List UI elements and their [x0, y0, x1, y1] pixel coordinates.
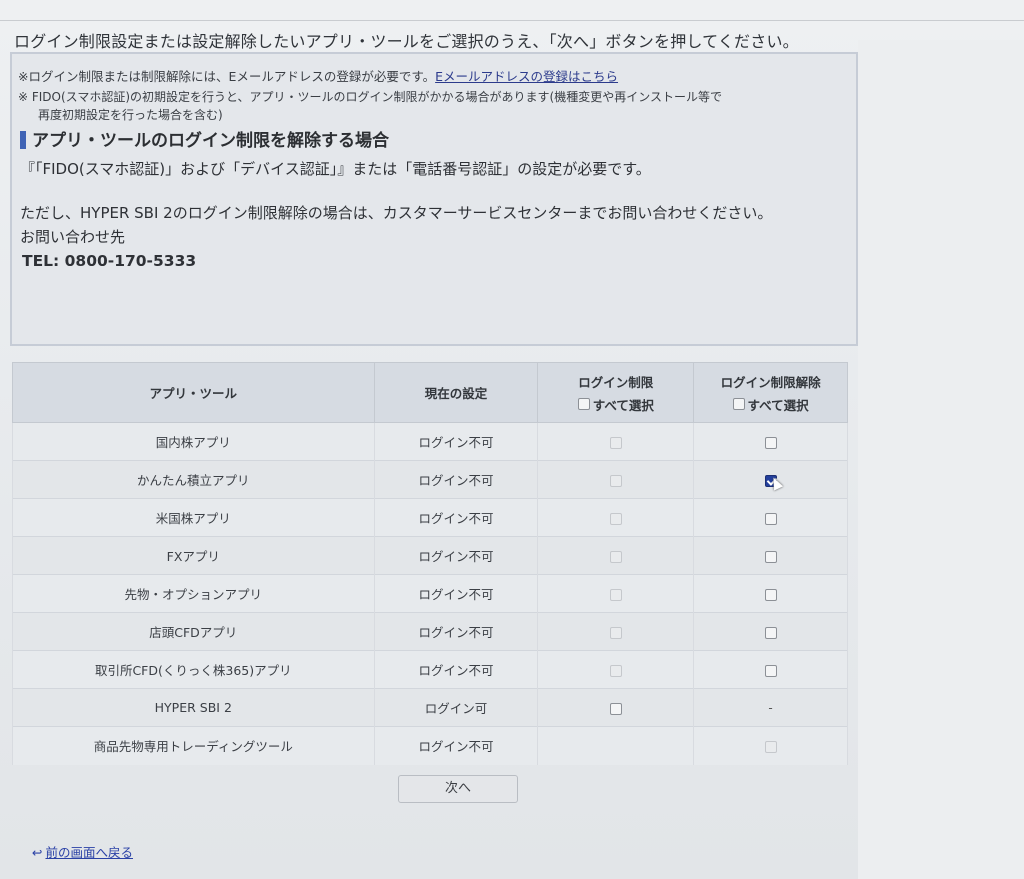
restrict-cell — [537, 612, 695, 651]
release-cell — [693, 536, 848, 575]
note-email: ※ログイン制限または制限解除には、Eメールアドレスの登録が必要です。Eメールアド… — [18, 66, 618, 85]
header-current: 現在の設定 — [373, 362, 539, 423]
header-restrict: ログイン制限 すべて選択 — [537, 362, 695, 423]
contact-label: お問い合わせ先 — [20, 228, 126, 246]
header-release-label: ログイン制限解除 — [720, 374, 821, 390]
release-checkbox — [764, 740, 777, 753]
contact-tel: TEL: 0800-170-5333 — [22, 252, 197, 270]
return-arrow-icon: ↩ — [32, 845, 43, 860]
app-name-cell: 先物・オプションアプリ — [12, 574, 375, 613]
section-note: ただし、HYPER SBI 2のログイン制限解除の場合は、カスタマーサービスセン… — [20, 204, 773, 222]
release-cell — [693, 612, 848, 651]
restrict-cell — [537, 460, 695, 499]
app-name-cell: FXアプリ — [12, 536, 375, 575]
release-cell — [693, 422, 848, 461]
app-name-cell: 商品先物専用トレーディングツール — [12, 726, 375, 765]
current-setting-cell: ログイン不可 — [373, 650, 539, 689]
restrict-checkbox — [609, 550, 622, 563]
restrict-checkbox — [609, 436, 622, 449]
release-cell — [693, 650, 848, 689]
select-all-release-checkbox[interactable] — [732, 398, 745, 410]
header-app: アプリ・ツール — [12, 362, 375, 423]
header-restrict-label: ログイン制限 — [578, 374, 654, 390]
back-link-label: 前の画面へ戻る — [45, 845, 133, 860]
select-all-restrict[interactable]: すべて選択 — [538, 395, 693, 414]
right-pane — [858, 40, 1024, 879]
current-setting-cell: ログイン可 — [373, 688, 539, 727]
current-setting-cell: ログイン不可 — [373, 612, 539, 651]
table-row: HYPER SBI 2 ログイン可 - — [12, 688, 848, 727]
note-fido: ※ FIDO(スマホ認証)の初期設定を行うと、アプリ・ツールのログイン制限がかか… — [18, 90, 722, 104]
release-cell — [693, 726, 848, 765]
release-cell — [693, 498, 848, 537]
note-email-text: ※ログイン制限または制限解除には、Eメールアドレスの登録が必要です。 — [18, 69, 436, 84]
info-box: ※ログイン制限または制限解除には、Eメールアドレスの登録が必要です。Eメールアド… — [10, 52, 858, 346]
release-checkbox[interactable] — [764, 512, 777, 525]
section-requirement: 『「FIDO(スマホ認証)」および「デバイス認証」』または「電話番号認証」の設定… — [20, 160, 651, 178]
note-fido-cont: 再度初期設定を行った場合を含む) — [38, 108, 223, 122]
next-button[interactable]: 次へ — [398, 775, 518, 803]
restrict-checkbox — [609, 474, 622, 487]
restrict-cell — [537, 536, 695, 575]
table-row: FXアプリ ログイン不可 — [12, 536, 848, 575]
current-setting-cell: ログイン不可 — [373, 574, 539, 613]
current-setting-cell: ログイン不可 — [373, 460, 539, 499]
top-divider — [0, 20, 1024, 21]
release-cell — [693, 574, 848, 613]
current-setting-cell: ログイン不可 — [373, 422, 539, 461]
release-checkbox[interactable] — [764, 550, 777, 563]
app-name-cell: 国内株アプリ — [12, 422, 375, 461]
header-release: ログイン制限解除 すべて選択 — [693, 362, 848, 423]
restrict-checkbox — [609, 664, 622, 677]
restrict-cell — [537, 688, 695, 727]
table-row: 先物・オプションアプリ ログイン不可 — [12, 574, 848, 613]
release-cell: - — [693, 688, 848, 727]
restrict-checkbox — [609, 512, 622, 525]
release-checkbox[interactable] — [764, 436, 777, 449]
release-checkbox[interactable] — [764, 664, 777, 677]
restrict-cell — [537, 498, 695, 537]
select-all-release[interactable]: すべて選択 — [694, 395, 847, 414]
select-all-restrict-label: すべて選択 — [592, 397, 654, 413]
current-setting-cell: ログイン不可 — [373, 498, 539, 537]
table-row: 店頭CFDアプリ ログイン不可 — [12, 612, 848, 651]
release-checkbox[interactable] — [764, 626, 777, 639]
restrict-checkbox — [609, 626, 622, 639]
table-row: 米国株アプリ ログイン不可 — [12, 498, 848, 537]
select-all-release-label: すべて選択 — [747, 397, 809, 413]
restrict-checkbox — [609, 588, 622, 601]
release-dash: - — [768, 701, 773, 715]
current-setting-cell: ログイン不可 — [373, 536, 539, 575]
restrict-cell — [537, 422, 695, 461]
app-name-cell: 取引所CFD(くりっく株365)アプリ — [12, 650, 375, 689]
login-settings-table: アプリ・ツール 現在の設定 ログイン制限 すべて選択 ログイン制限解除 すべて選… — [12, 362, 848, 765]
email-register-link[interactable]: Eメールアドレスの登録はこちら — [435, 69, 618, 84]
app-name-cell: 米国株アプリ — [12, 498, 375, 537]
release-checkbox[interactable] — [764, 588, 777, 601]
table-row: 取引所CFD(くりっく株365)アプリ ログイン不可 — [12, 650, 848, 689]
app-name-cell: かんたん積立アプリ — [12, 460, 375, 499]
select-all-restrict-checkbox[interactable] — [577, 398, 590, 410]
table-row: かんたん積立アプリ ログイン不可 — [12, 460, 848, 499]
restrict-cell — [537, 726, 695, 765]
table-header-row: アプリ・ツール 現在の設定 ログイン制限 すべて選択 ログイン制限解除 すべて選… — [12, 362, 848, 423]
page: ログイン制限設定または設定解除したいアプリ・ツールをご選択のうえ、「次へ」ボタン… — [0, 0, 1024, 879]
current-setting-cell: ログイン不可 — [373, 726, 539, 765]
table-row: 商品先物専用トレーディングツール ログイン不可 — [12, 726, 848, 765]
restrict-cell — [537, 650, 695, 689]
section-title: アプリ・ツールのログイン制限を解除する場合 — [20, 126, 389, 151]
app-name-cell: 店頭CFDアプリ — [12, 612, 375, 651]
app-name-cell: HYPER SBI 2 — [12, 688, 375, 727]
back-link[interactable]: ↩ 前の画面へ戻る — [32, 842, 133, 861]
restrict-checkbox[interactable] — [609, 702, 622, 715]
restrict-cell — [537, 574, 695, 613]
table-row: 国内株アプリ ログイン不可 — [12, 422, 848, 461]
page-instruction: ログイン制限設定または設定解除したいアプリ・ツールをご選択のうえ、「次へ」ボタン… — [14, 32, 799, 51]
